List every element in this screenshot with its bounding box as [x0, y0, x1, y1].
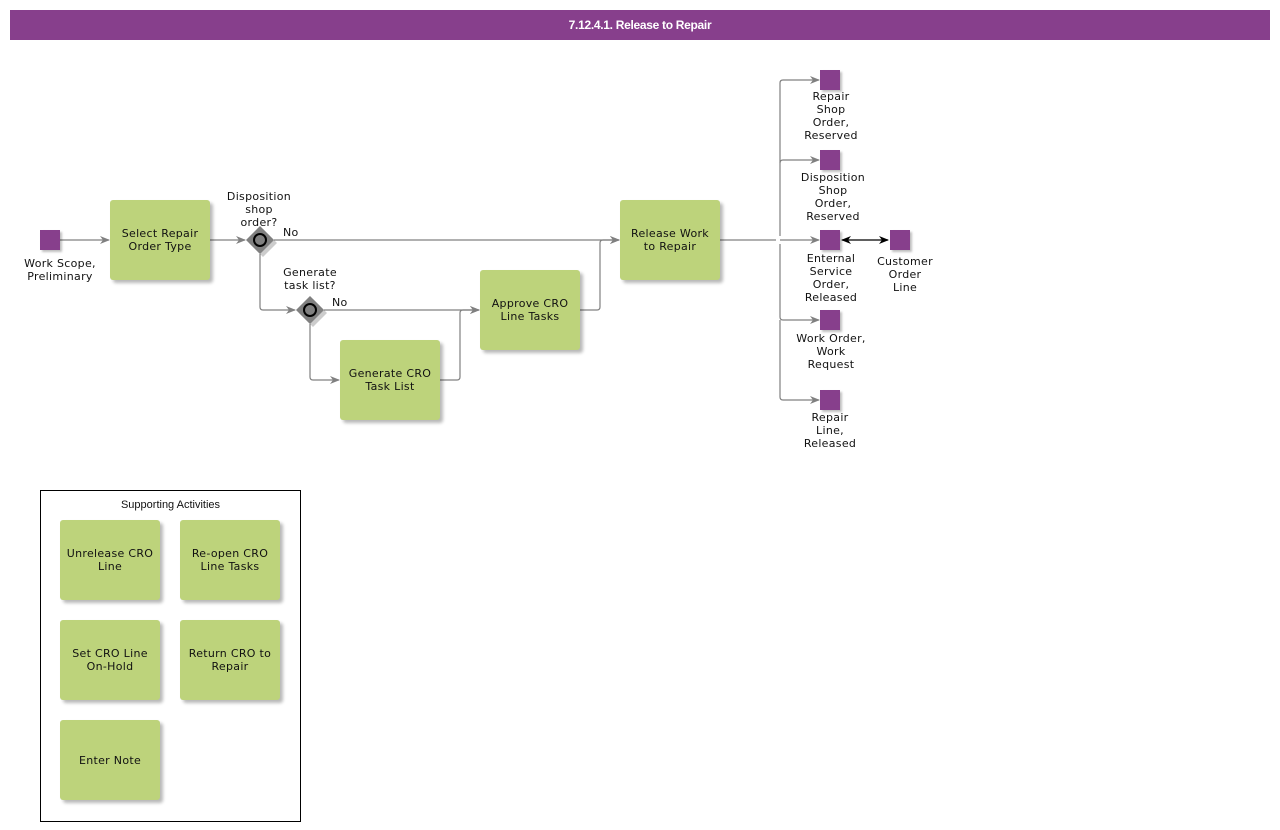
gateway-generate-task-list [296, 296, 327, 327]
gateway-disposition-shop-order [246, 226, 277, 257]
linked-label: Customer Order Line [877, 255, 933, 294]
data-object-repair-line[interactable] [820, 390, 840, 410]
task-release-work-to-repair[interactable]: Release Work to Repair [620, 200, 720, 280]
data-object-customer-order-line[interactable] [890, 230, 910, 250]
task-approve-cro-line-tasks[interactable]: Approve CRO Line Tasks [480, 270, 580, 350]
flow-to-output-2 [779, 156, 820, 164]
data-object-work-scope[interactable] [40, 230, 60, 250]
task-label: Unrelease CRO Line [66, 547, 154, 573]
task-label: Approve CRO Line Tasks [491, 297, 569, 323]
task-label: Enter Note [78, 753, 142, 767]
task-select-repair-order-type[interactable]: Select Repair Order Type [110, 200, 210, 280]
task-enter-note[interactable]: Enter Note [60, 720, 160, 800]
output-label: Disposition Shop Order, Reserved [800, 171, 866, 223]
data-object-repair-shop-order[interactable] [820, 70, 840, 90]
flow-gateway2-to-generate [309, 324, 340, 384]
task-label: Re-open CRO Line Tasks [191, 547, 269, 573]
flow-generate-to-approve [440, 306, 480, 381]
task-label: Release Work to Repair [631, 227, 709, 253]
gateway-disposition-question: Disposition shop order? [226, 190, 292, 229]
task-label: Return CRO to Repair [188, 647, 272, 673]
gateway-tasklist-no-label: No [332, 296, 348, 309]
output-label: Repair Line, Released [803, 411, 857, 450]
output-label: Repair Shop Order, Reserved [804, 90, 858, 142]
data-object-external-service-order[interactable] [820, 230, 840, 250]
task-set-cro-line-on-hold[interactable]: Set CRO Line On-Hold [60, 620, 160, 700]
task-reopen-cro-line-tasks[interactable]: Re-open CRO Line Tasks [180, 520, 280, 600]
task-return-cro-to-repair[interactable]: Return CRO to Repair [180, 620, 280, 700]
output-label: Work Order, Work Request [796, 332, 866, 371]
task-label: Select Repair Order Type [121, 227, 199, 253]
output-label: Enternal Service Order, Released [804, 252, 858, 304]
task-label: Set CRO Line On-Hold [72, 647, 148, 673]
data-object-disposition-shop-order[interactable] [820, 150, 840, 170]
task-label: Generate CRO Task List [348, 367, 432, 393]
task-generate-cro-task-list[interactable]: Generate CRO Task List [340, 340, 440, 420]
gateway-disposition-no-label: No [283, 226, 299, 239]
task-unrelease-cro-line[interactable]: Unrelease CRO Line [60, 520, 160, 600]
flow-approve-to-release [580, 236, 620, 311]
supporting-activities-group: Supporting Activities Unrelease CRO Line… [40, 490, 301, 822]
gateway-tasklist-question: Generate task list? [283, 266, 337, 292]
start-label: Work Scope, Preliminary [24, 257, 96, 283]
data-object-work-order[interactable] [820, 310, 840, 330]
supporting-activities-title: Supporting Activities [120, 499, 221, 511]
